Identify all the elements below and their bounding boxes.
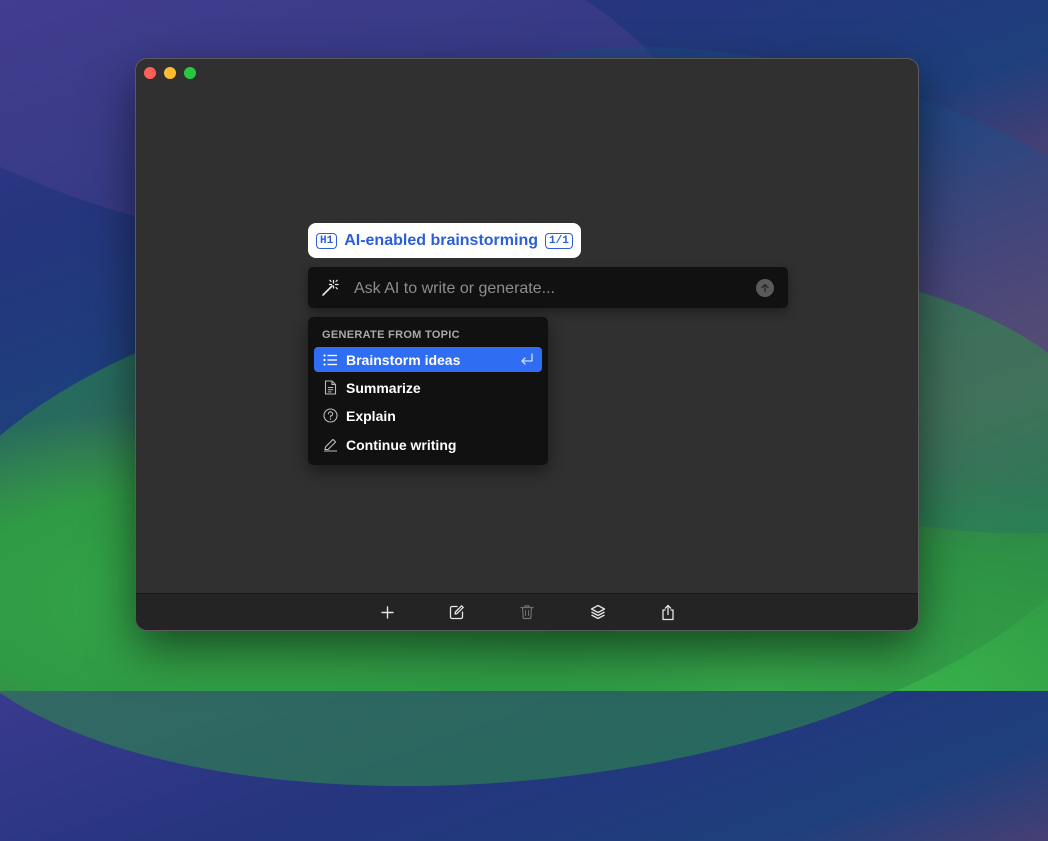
heading-level-tag: H1 bbox=[316, 232, 338, 249]
zoom-button[interactable] bbox=[184, 67, 196, 79]
ai-prompt-bar bbox=[308, 267, 788, 310]
heading-block[interactable]: H1 AI-enabled brainstorming 1/1 bbox=[308, 223, 581, 258]
heading-title[interactable]: AI-enabled brainstorming bbox=[344, 232, 538, 250]
delete-button[interactable] bbox=[518, 603, 536, 621]
enter-key-icon bbox=[521, 353, 533, 365]
menu-item-explain[interactable]: Explain bbox=[314, 403, 542, 428]
list-icon bbox=[322, 352, 338, 368]
bottom-toolbar bbox=[136, 593, 918, 630]
pencil-icon bbox=[322, 437, 338, 453]
menu-item-continue-writing[interactable]: Continue writing bbox=[314, 432, 542, 457]
menu-item-label: Continue writing bbox=[346, 436, 457, 453]
compose-icon bbox=[449, 605, 464, 620]
menu-item-label: Brainstorm ideas bbox=[346, 351, 461, 368]
layers-icon bbox=[590, 604, 606, 620]
app-window: H1 AI-enabled brainstorming 1/1 GENERATE… bbox=[136, 59, 918, 630]
share-button[interactable] bbox=[659, 603, 677, 621]
document-icon bbox=[322, 380, 338, 396]
ai-prompt-input[interactable] bbox=[352, 267, 746, 310]
minimize-button[interactable] bbox=[164, 67, 176, 79]
menu-item-brainstorm-ideas[interactable]: Brainstorm ideas bbox=[314, 347, 542, 372]
menu-item-label: Summarize bbox=[346, 379, 421, 396]
share-icon bbox=[662, 604, 674, 620]
ai-suggestions-menu: GENERATE FROM TOPIC Brainstorm ideas Sum… bbox=[308, 317, 548, 465]
menu-item-summarize[interactable]: Summarize bbox=[314, 375, 542, 400]
question-circle-icon bbox=[322, 408, 338, 424]
trash-icon bbox=[520, 605, 534, 620]
send-button[interactable] bbox=[756, 279, 774, 297]
menu-item-label: Explain bbox=[346, 407, 396, 424]
close-button[interactable] bbox=[144, 67, 156, 79]
layers-button[interactable] bbox=[589, 603, 607, 621]
window-controls bbox=[144, 67, 196, 79]
compose-button[interactable] bbox=[448, 603, 466, 621]
heading-counter: 1/1 bbox=[545, 232, 573, 249]
menu-section-title: GENERATE FROM TOPIC bbox=[322, 329, 460, 341]
arrow-up-icon bbox=[761, 283, 769, 293]
add-button[interactable] bbox=[378, 603, 396, 621]
magic-wand-icon bbox=[322, 279, 339, 296]
add-icon bbox=[380, 605, 394, 619]
